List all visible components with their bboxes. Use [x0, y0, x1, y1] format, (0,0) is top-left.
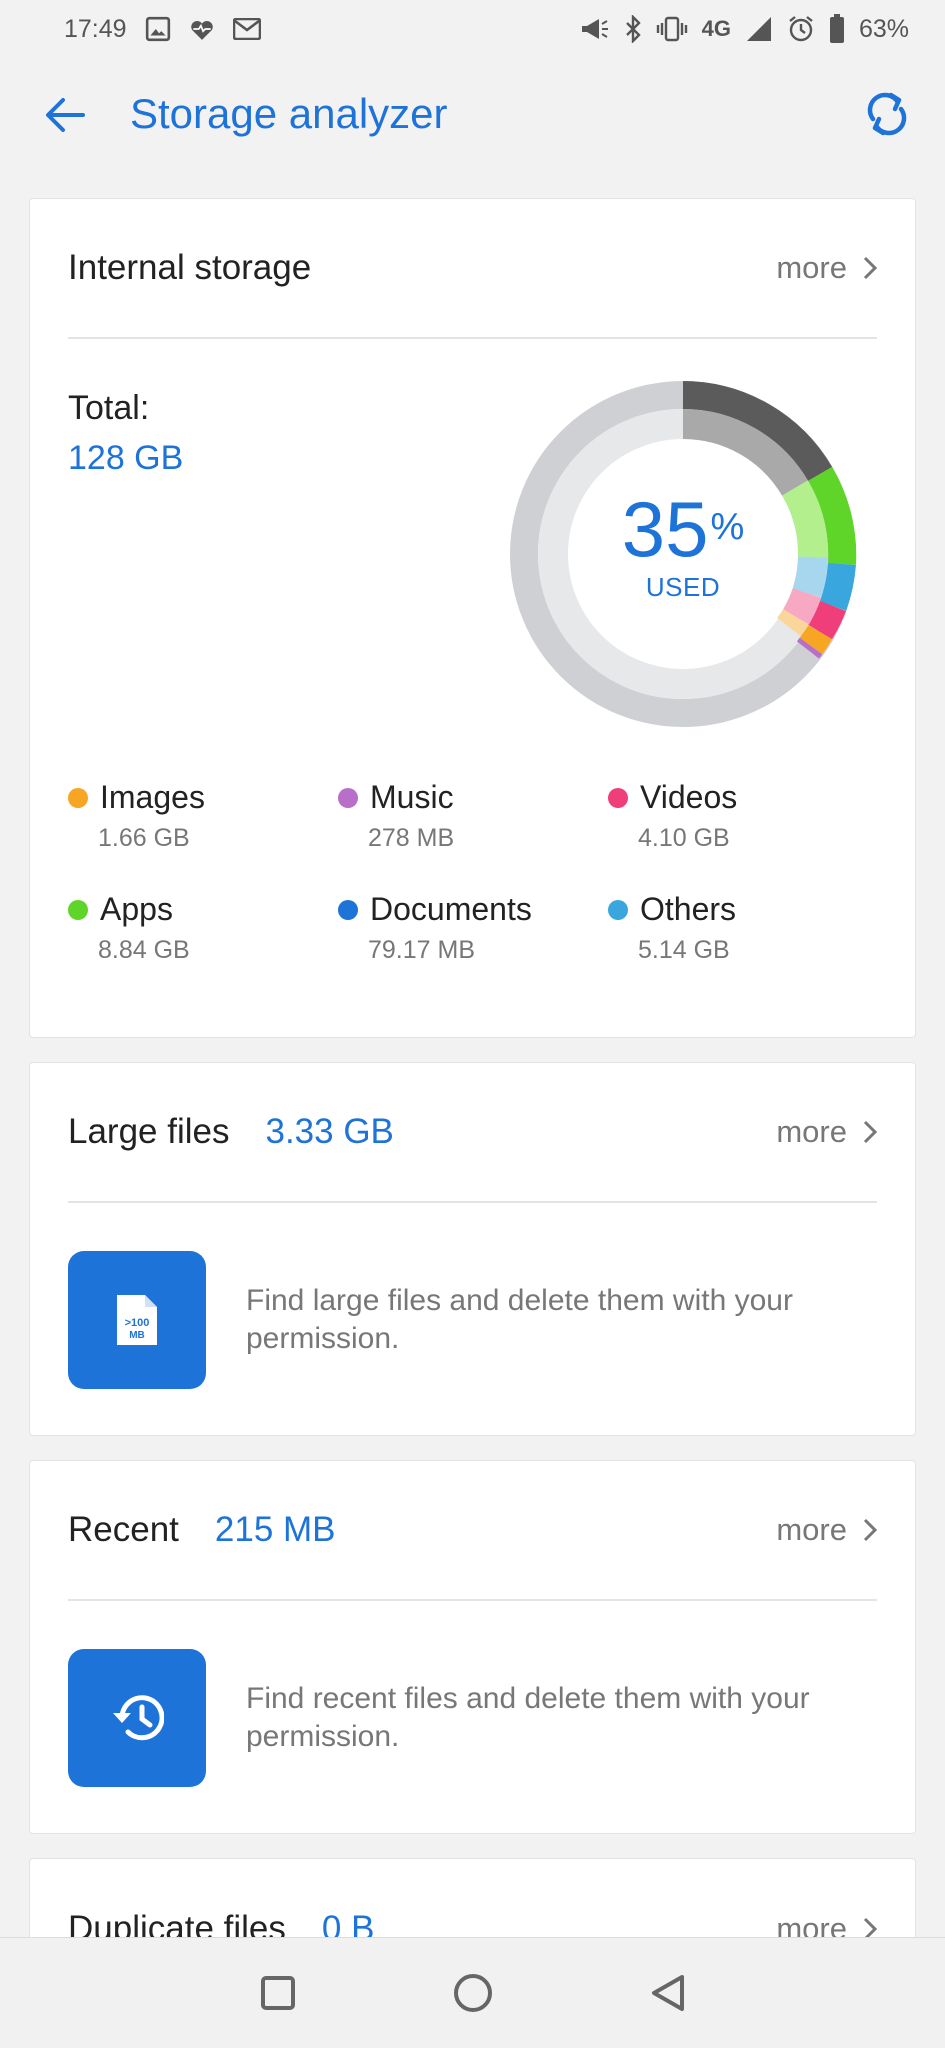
megaphone-icon — [580, 17, 610, 41]
used-label: USED — [645, 571, 721, 602]
svg-text:MB: MB — [129, 1330, 145, 1341]
recent-header: Recent 215 MB more — [68, 1461, 877, 1601]
legend-size: 5.14 GB — [638, 936, 730, 964]
storage-legend: Images 1.66 GB Music 278 MB Videos 4.10 … — [68, 779, 888, 965]
legend-label: Images — [100, 779, 205, 815]
refresh-button[interactable] — [859, 86, 915, 142]
large-files-more-link[interactable]: more — [776, 1114, 877, 1150]
legend-label: Documents — [370, 891, 532, 927]
back-triangle-icon — [651, 1975, 684, 2011]
total-value: 128 GB — [68, 439, 184, 477]
recent-body: Find recent files and delete them with y… — [68, 1649, 877, 1787]
app-bar: Storage analyzer — [0, 60, 945, 172]
status-time: 17:49 — [64, 14, 127, 43]
legend-size: 4.10 GB — [638, 824, 730, 852]
documents-dot — [338, 899, 358, 920]
chevron-right-icon — [863, 1518, 877, 1542]
internal-storage-header: Internal storage more — [68, 199, 877, 339]
network-type: 4G — [701, 16, 731, 41]
others-dot — [608, 899, 628, 920]
large-files-header: Large files 3.33 GB more — [68, 1063, 877, 1203]
recents-square-icon — [260, 1976, 295, 2010]
alarm-icon — [787, 15, 815, 43]
page-title: Storage analyzer — [130, 90, 448, 137]
videos-dot — [608, 787, 628, 808]
battery-percent: 63% — [858, 14, 909, 43]
gmail-icon — [232, 18, 261, 40]
recent-card[interactable]: Recent 215 MB more Find recent files and… — [29, 1460, 916, 1834]
legend-item-videos[interactable]: Videos 4.10 GB — [608, 779, 878, 853]
total-label: Total: — [68, 389, 150, 427]
back-button[interactable] — [40, 90, 90, 140]
more-label: more — [776, 1512, 847, 1547]
chevron-right-icon — [863, 256, 877, 280]
recents-button[interactable] — [238, 1953, 318, 2033]
legend-label: Others — [640, 891, 737, 927]
recent-title: Recent — [68, 1510, 179, 1549]
images-dot — [68, 787, 88, 808]
back-nav-button[interactable] — [628, 1953, 708, 2033]
legend-size: 8.84 GB — [98, 936, 190, 964]
large-files-card[interactable]: Large files 3.33 GB more >100 MB Find la… — [29, 1062, 916, 1436]
large-files-size: 3.33 GB — [265, 1112, 394, 1151]
vibrate-icon — [656, 16, 688, 42]
image-icon — [145, 16, 171, 42]
heart-pulse-icon — [189, 17, 215, 41]
large-files-description: Find large files and delete them with yo… — [246, 1284, 793, 1355]
battery-icon — [829, 14, 845, 44]
recent-size: 215 MB — [214, 1510, 336, 1549]
home-button[interactable] — [433, 1953, 513, 2033]
apps-dot — [68, 899, 88, 920]
legend-item-others[interactable]: Others 5.14 GB — [608, 891, 878, 965]
large-file-icon: >100 MB — [68, 1251, 206, 1389]
internal-storage-more-link[interactable]: more — [776, 250, 877, 286]
legend-size: 278 MB — [368, 824, 455, 852]
legend-item-documents[interactable]: Documents 79.17 MB — [338, 891, 608, 965]
percent-sign: % — [710, 505, 745, 548]
legend-size: 1.66 GB — [98, 824, 190, 852]
legend-item-apps[interactable]: Apps 8.84 GB — [68, 891, 338, 965]
legend-label: Videos — [640, 779, 738, 815]
large-files-title: Large files — [68, 1112, 230, 1151]
used-percent-value: 35 — [621, 484, 709, 573]
svg-text:>100: >100 — [125, 1317, 150, 1329]
music-dot — [338, 787, 358, 808]
more-label: more — [776, 1114, 847, 1149]
legend-label: Music — [370, 779, 454, 815]
recent-description: Find recent files and delete them with y… — [246, 1682, 810, 1753]
chevron-right-icon — [863, 1120, 877, 1144]
legend-label: Apps — [100, 891, 173, 927]
refresh-icon — [867, 92, 907, 136]
signal-icon — [745, 15, 773, 43]
bluetooth-icon — [624, 15, 642, 43]
legend-size: 79.17 MB — [368, 936, 476, 964]
home-circle-icon — [453, 1974, 492, 2012]
recent-more-link[interactable]: more — [776, 1512, 877, 1548]
usage-center: 35 % USED — [508, 379, 858, 729]
internal-storage-card: Internal storage more Total: 128 GB 35 %… — [29, 198, 916, 1038]
history-icon — [68, 1649, 206, 1787]
internal-storage-title: Internal storage — [68, 248, 312, 287]
large-files-body: >100 MB Find large files and delete them… — [68, 1251, 877, 1389]
legend-item-music[interactable]: Music 278 MB — [338, 779, 608, 853]
arrow-left-icon — [46, 98, 85, 132]
more-label: more — [776, 250, 847, 285]
status-bar: 17:49 4G 63% — [0, 0, 945, 58]
legend-item-images[interactable]: Images 1.66 GB — [68, 779, 338, 853]
system-nav-bar — [0, 1937, 945, 2048]
